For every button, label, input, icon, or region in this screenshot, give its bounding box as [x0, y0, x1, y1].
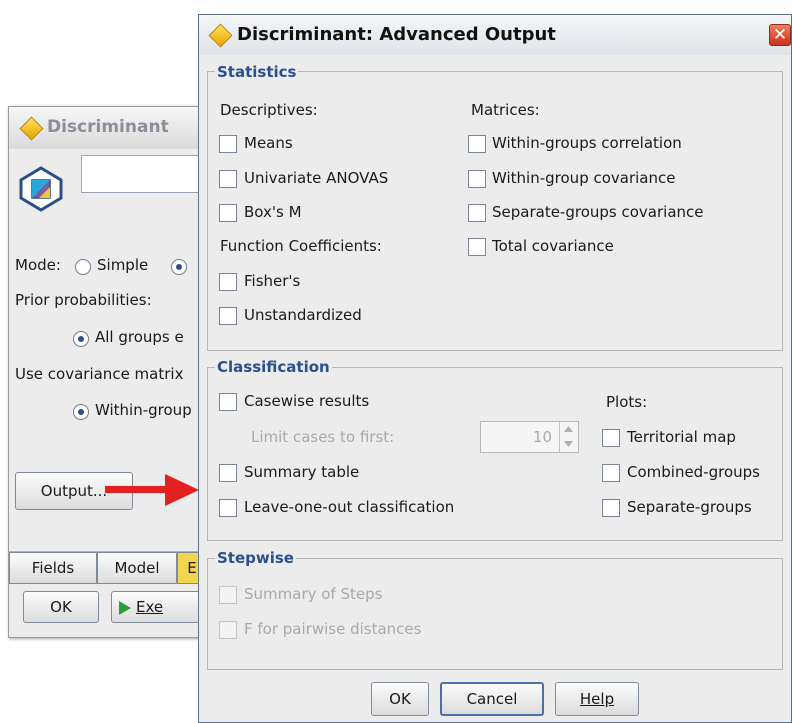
within-groups-radio[interactable] [73, 404, 89, 420]
output-button-label: Output... [40, 482, 108, 500]
all-groups-equal-label: All groups e [95, 328, 184, 346]
combined-groups-checkbox[interactable] [602, 464, 620, 482]
close-button[interactable]: ✕ [769, 24, 791, 46]
stepwise-group [207, 558, 783, 670]
matrices-label: Matrices: [471, 101, 540, 119]
fishers-label: Fisher's [244, 272, 301, 290]
within-group-covariance-label: Within-group covariance [492, 169, 676, 187]
stepwise-title: Stepwise [215, 549, 296, 567]
background-window-title: Discriminant [47, 117, 169, 137]
tab-bar: Fields Model E [9, 551, 207, 584]
arrow-head [165, 474, 199, 506]
f-pairwise-distances-checkbox[interactable] [219, 621, 237, 639]
unstandardized-label: Unstandardized [244, 306, 362, 324]
total-covariance-label: Total covariance [492, 237, 614, 255]
leave-one-out-checkbox[interactable] [219, 499, 237, 517]
unstandardized-checkbox[interactable] [219, 307, 237, 325]
dialog-title-bar: Discriminant: Advanced Output ✕ [199, 15, 791, 55]
execute-button[interactable]: Exe [111, 591, 211, 623]
limit-cases-label: Limit cases to first: [251, 428, 395, 446]
mode-simple-label: Simple [97, 256, 149, 274]
mode-expert-radio[interactable] [171, 259, 187, 275]
function-coefficients-label: Function Coefficients: [220, 237, 382, 255]
diamond-icon [208, 23, 233, 48]
casewise-results-checkbox[interactable] [219, 393, 237, 411]
tab-model[interactable]: Model [97, 552, 177, 584]
cancel-button[interactable]: Cancel [440, 682, 544, 716]
territorial-map-checkbox[interactable] [602, 429, 620, 447]
territorial-map-label: Territorial map [627, 428, 736, 446]
statistics-title: Statistics [215, 63, 299, 81]
ok-button-background-label: OK [50, 598, 72, 616]
plots-label: Plots: [606, 393, 648, 411]
casewise-results-label: Casewise results [244, 392, 370, 410]
arrow-annotation [105, 474, 199, 506]
discriminant-node-icon [17, 165, 65, 217]
advanced-output-dialog: Discriminant: Advanced Output ✕ Statisti… [198, 14, 792, 723]
fishers-checkbox[interactable] [219, 273, 237, 291]
within-group-covariance-checkbox[interactable] [468, 170, 486, 188]
covariance-matrix-label: Use covariance matrix [15, 365, 184, 383]
cancel-button-label: Cancel [466, 690, 518, 708]
summary-table-label: Summary table [244, 463, 360, 481]
separate-groups-label: Separate-groups [627, 498, 752, 516]
summary-of-steps-checkbox[interactable] [219, 586, 237, 604]
spin-down-icon[interactable] [564, 441, 573, 447]
help-button-label: Help [579, 690, 615, 708]
play-icon [119, 601, 131, 615]
box-m-label: Box's M [244, 203, 302, 221]
ok-button[interactable]: OK [371, 682, 429, 716]
limit-cases-value: 10 [532, 428, 552, 446]
tab-expert-label: E [187, 559, 197, 577]
diamond-icon [19, 116, 44, 141]
total-covariance-checkbox[interactable] [468, 238, 486, 256]
execute-button-label: Exe [136, 598, 164, 616]
descriptives-label: Descriptives: [220, 101, 318, 119]
help-button[interactable]: Help [555, 682, 639, 716]
tab-fields[interactable]: Fields [9, 552, 97, 584]
dialog-title: Discriminant: Advanced Output [237, 24, 556, 45]
summary-table-checkbox[interactable] [219, 464, 237, 482]
classification-title: Classification [215, 358, 332, 376]
ok-button-label: OK [389, 690, 411, 708]
mode-simple-radio[interactable] [75, 259, 91, 275]
tab-fields-label: Fields [31, 559, 75, 577]
separate-groups-covariance-label: Separate-groups covariance [492, 203, 704, 221]
separate-groups-checkbox[interactable] [602, 499, 620, 517]
within-groups-correlation-checkbox[interactable] [468, 135, 486, 153]
limit-cases-spinner[interactable]: 10 [480, 421, 579, 453]
within-groups-correlation-label: Within-groups correlation [492, 134, 682, 152]
arrow-shaft [105, 486, 167, 493]
tab-model-label: Model [114, 559, 160, 577]
leave-one-out-label: Leave-one-out classification [244, 498, 455, 516]
all-groups-equal-radio[interactable] [73, 331, 89, 347]
univariate-anovas-label: Univariate ANOVAS [244, 169, 389, 187]
close-icon: ✕ [772, 25, 788, 45]
spinner-buttons[interactable] [559, 422, 578, 452]
within-groups-label: Within-group [95, 401, 192, 419]
means-checkbox[interactable] [219, 135, 237, 153]
separate-groups-covariance-checkbox[interactable] [468, 204, 486, 222]
ok-button-background[interactable]: OK [23, 591, 99, 623]
univariate-anovas-checkbox[interactable] [219, 170, 237, 188]
summary-of-steps-label: Summary of Steps [244, 585, 383, 603]
f-pairwise-distances-label: F for pairwise distances [244, 620, 422, 638]
mode-label: Mode: [15, 256, 61, 274]
combined-groups-label: Combined-groups [627, 463, 761, 481]
box-m-checkbox[interactable] [219, 204, 237, 222]
prior-probabilities-label: Prior probabilities: [15, 291, 152, 309]
means-label: Means [244, 134, 293, 152]
spin-up-icon[interactable] [564, 426, 573, 432]
